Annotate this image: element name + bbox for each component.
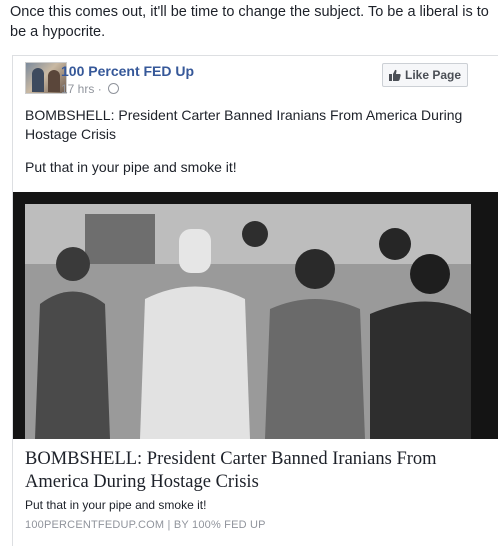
- globe-icon: [108, 83, 120, 94]
- link-source: 100PERCENTFEDUP.COM | BY 100% FED UP: [25, 519, 266, 531]
- shared-post-subtext: Put that in your pipe and smoke it!: [25, 159, 237, 175]
- hostage-photo: [25, 204, 471, 439]
- like-page-button[interactable]: Like Page: [382, 63, 468, 87]
- shared-post-card: 100 Percent FED Up 17 hrs · Like Page BO…: [12, 55, 498, 546]
- link-description: Put that in your pipe and smoke it!: [25, 498, 207, 512]
- shared-post-text: BOMBSHELL: President Carter Banned Irani…: [25, 107, 463, 142]
- post-timestamp[interactable]: 17 hrs: [61, 82, 94, 96]
- link-image[interactable]: [13, 192, 498, 439]
- like-page-label: Like Page: [404, 68, 462, 82]
- post-meta: 17 hrs ·: [61, 82, 120, 96]
- post-text: Once this comes out, it'll be time to ch…: [10, 4, 489, 40]
- link-title[interactable]: BOMBSHELL: President Carter Banned Irani…: [25, 448, 485, 494]
- thumbs-up-icon: [388, 69, 401, 81]
- page-name-link[interactable]: 100 Percent FED Up: [61, 63, 194, 79]
- meta-separator: ·: [97, 82, 102, 96]
